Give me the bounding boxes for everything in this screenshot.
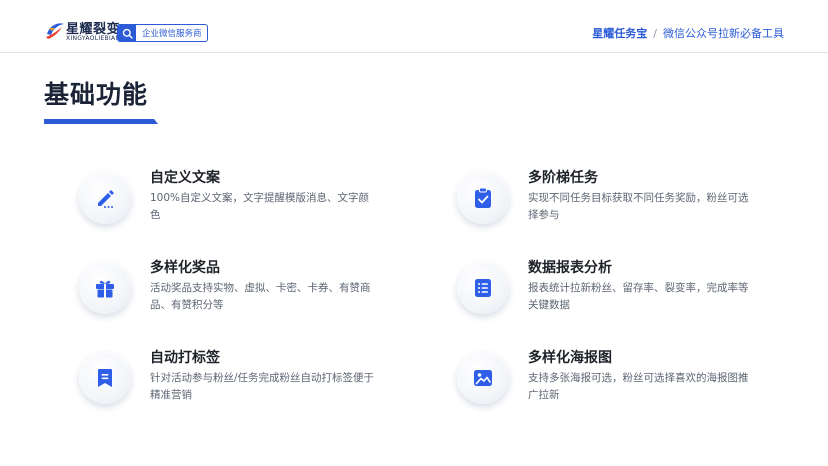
header-tagline: 星耀任务宝 / 微信公众号拉新必备工具 [592, 25, 784, 41]
feature-title: 多阶梯任务 [528, 170, 598, 186]
feature-icon-circle [457, 262, 509, 314]
feature-item: 多阶梯任务 实现不同任务目标获取不同任务奖励，粉丝可选择参与 [457, 170, 757, 242]
feature-description: 针对活动参与粉丝/任务完成粉丝自动打标签便于精准营销 [150, 372, 375, 401]
product-slogan: 微信公众号拉新必备工具 [663, 27, 784, 40]
feature-icon-circle [457, 172, 509, 224]
clipboard-check-icon [475, 187, 491, 208]
feature-item: 多样化奖品 活动奖品支持实物、虚拟、卡密、卡券、有赞商品、有赞积分等 [79, 260, 379, 332]
title-underline [44, 119, 158, 124]
feature-description: 活动奖品支持实物、虚拟、卡密、卡券、有赞商品、有赞积分等 [150, 282, 371, 311]
product-name: 星耀任务宝 [592, 27, 648, 40]
service-provider-badge: 企业微信服务商 [117, 24, 208, 42]
tagline-separator: / [653, 26, 657, 40]
gift-icon [96, 280, 114, 298]
feature-description: 实现不同任务目标获取不同任务奖励，粉丝可选择参与 [528, 192, 749, 221]
feature-icon-circle [79, 262, 131, 314]
brand-name-en: XINGYAOLIEBIAN [66, 35, 121, 42]
feature-description: 100%自定义文案，文字提醒模版消息、文字颜色 [150, 192, 370, 221]
feature-title: 数据报表分析 [528, 260, 612, 276]
image-icon [474, 370, 492, 386]
feature-item: 自动打标签 针对活动参与粉丝/任务完成粉丝自动打标签便于精准营销 [79, 350, 379, 422]
feature-description: 报表统计拉新粉丝、留存率、裂变率，完成率等关键数据 [528, 282, 749, 311]
search-icon [118, 25, 136, 41]
brand-logo-icon [46, 23, 64, 39]
feature-icon-circle [457, 352, 509, 404]
badge-label: 企业微信服务商 [142, 29, 202, 39]
feature-item: 数据报表分析 报表统计拉新粉丝、留存率、裂变率，完成率等关键数据 [457, 260, 757, 332]
feature-item: 自定义文案 100%自定义文案，文字提醒模版消息、文字颜色 [79, 170, 379, 242]
feature-icon-circle [79, 352, 131, 404]
feature-title: 自定义文案 [150, 170, 220, 186]
list-report-icon [475, 279, 491, 297]
header: 星耀裂变 XINGYAOLIEBIAN 企业微信服务商 星耀任务宝 / 微信公众… [0, 0, 828, 53]
feature-title: 多样化海报图 [528, 350, 612, 366]
feature-description: 支持多张海报可选，粉丝可选择喜欢的海报图推广拉新 [528, 372, 749, 401]
feature-title: 多样化奖品 [150, 260, 220, 276]
feature-title: 自动打标签 [150, 350, 220, 366]
page-title: 基础功能 [44, 80, 149, 109]
feature-icon-circle [79, 172, 131, 224]
feature-item: 多样化海报图 支持多张海报可选，粉丝可选择喜欢的海报图推广拉新 [457, 350, 757, 422]
bookmark-icon [98, 369, 112, 387]
pencil-icon [98, 190, 114, 208]
